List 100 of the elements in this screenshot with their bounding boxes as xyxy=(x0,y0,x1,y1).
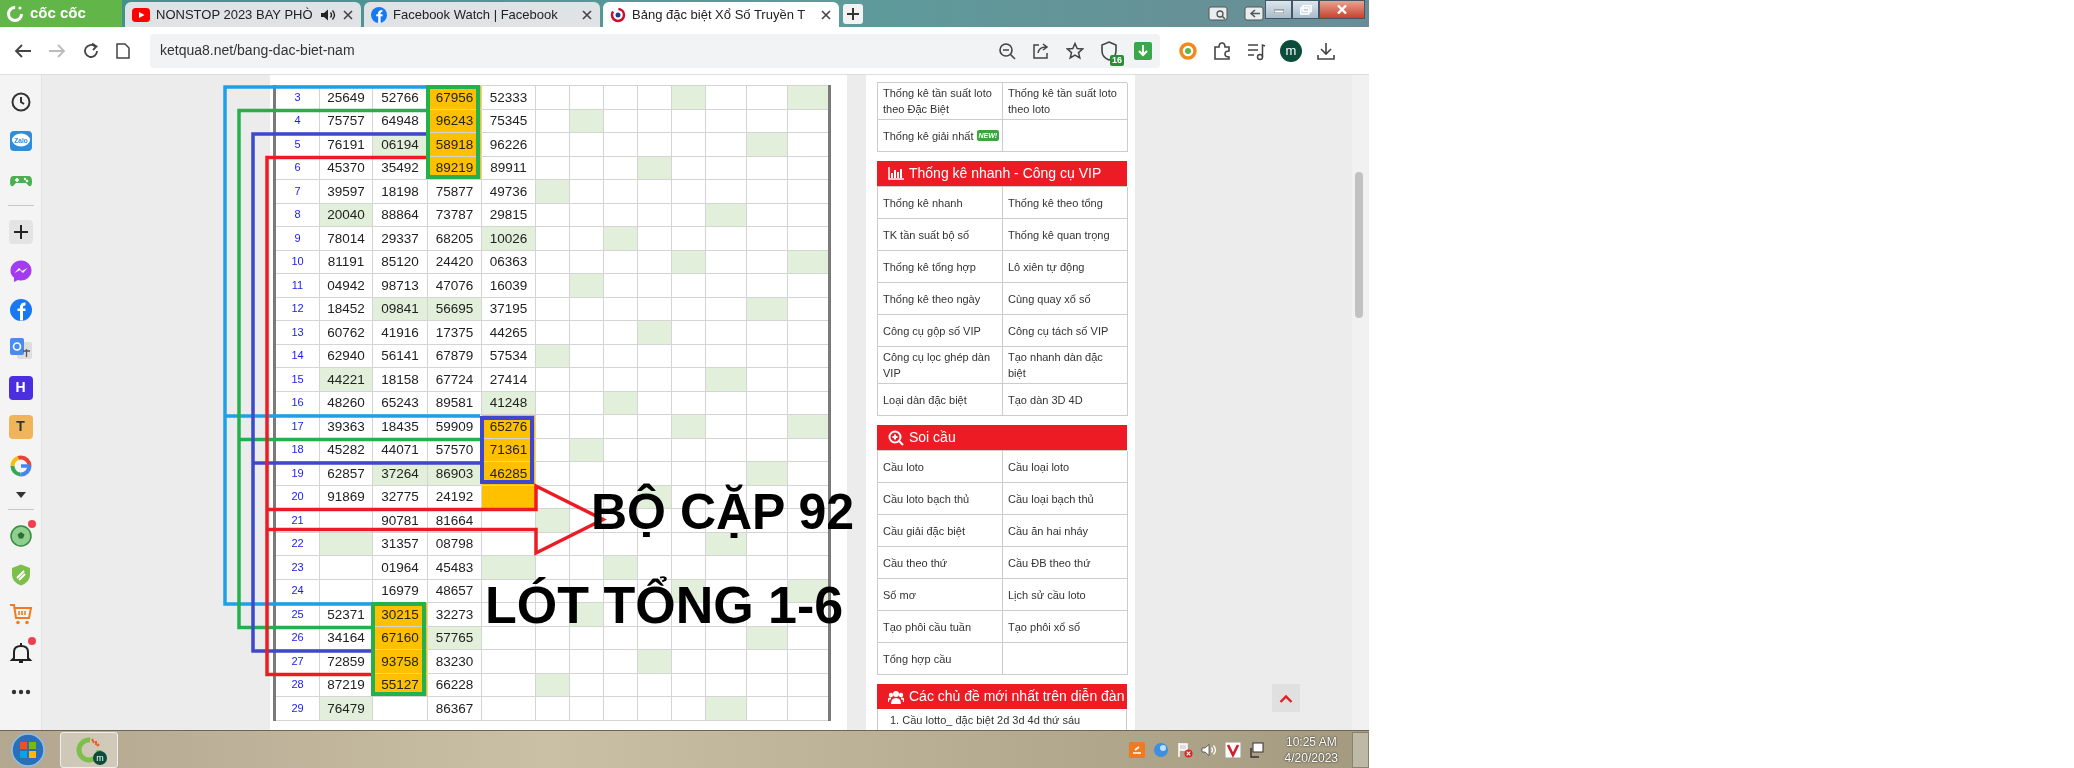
address-bar[interactable]: ketqua8.net/bang-dac-biet-nam 16 xyxy=(150,33,1160,68)
sidebar-link[interactable]: Lô xiên tự động xyxy=(1008,258,1085,275)
sidebar-link[interactable]: Thống kê theo ngày xyxy=(883,290,981,307)
app-tile[interactable]: H xyxy=(8,375,33,400)
star-icon[interactable] xyxy=(1066,41,1084,60)
table-cell: 56141 xyxy=(372,344,428,368)
row-number: 13 xyxy=(274,320,320,344)
zoom-out-icon[interactable] xyxy=(998,41,1016,60)
profile-avatar[interactable]: m xyxy=(1280,39,1302,62)
maximize-button[interactable] xyxy=(1292,0,1319,19)
table-cell: 29337 xyxy=(372,226,428,250)
sidebar-link[interactable]: Thống kê tổng hợp xyxy=(883,258,976,275)
sidebar-link[interactable]: Tạo phôi cầu tuần xyxy=(883,618,972,635)
sidebar-link[interactable]: Tổng hợp cầu xyxy=(883,650,952,667)
table-cell: 83230 xyxy=(427,649,482,673)
close-icon[interactable] xyxy=(820,8,832,21)
table-cell: 39597 xyxy=(319,179,373,203)
row-number: 28 xyxy=(274,673,320,697)
table-cell: 27414 xyxy=(481,367,536,391)
users-icon xyxy=(888,688,904,705)
table-cell: 86367 xyxy=(427,696,482,720)
download-icon[interactable] xyxy=(1316,40,1336,61)
google-icon[interactable] xyxy=(8,453,33,478)
messenger-icon[interactable] xyxy=(8,258,33,283)
table-cell: 16039 xyxy=(481,273,536,297)
puzzle-icon[interactable] xyxy=(1212,40,1232,61)
bell-icon[interactable] xyxy=(8,640,33,665)
minimize-button[interactable] xyxy=(1265,0,1292,19)
scrollbar-thumb[interactable] xyxy=(1355,172,1363,318)
sidebar-link[interactable]: Thống kê giải nhất xyxy=(883,127,974,144)
scrollbar[interactable] xyxy=(1352,75,1369,730)
row-number: 29 xyxy=(274,696,320,720)
sidebar-link[interactable]: Thống kê tần suất loto theo loto xyxy=(1008,85,1122,117)
url-field[interactable]: ketqua8.net/bang-dac-biet-nam xyxy=(158,39,982,62)
page-info-icon[interactable] xyxy=(116,42,130,59)
translate-icon[interactable] xyxy=(8,336,33,361)
sidebar-link[interactable]: Công cụ gộp số VIP xyxy=(883,322,981,339)
sidebar-link[interactable]: Thống kê quan trọng xyxy=(1008,226,1110,243)
sidebar-link[interactable]: Công cụ lọc ghép dàn VIP xyxy=(883,349,997,381)
plus-icon[interactable] xyxy=(843,4,863,24)
table-cell: 66228 xyxy=(427,673,482,697)
sidebar-link[interactable]: Lịch sử cầu loto xyxy=(1008,586,1086,603)
table-cell: 67724 xyxy=(427,367,482,391)
screenshot-icon[interactable] xyxy=(1207,5,1229,23)
table-cell: 29815 xyxy=(481,203,536,227)
table-cell: 90781 xyxy=(372,508,428,532)
v-logo-icon[interactable] xyxy=(1224,741,1241,758)
facebook-icon[interactable] xyxy=(8,297,33,322)
facebook-icon xyxy=(371,6,387,23)
sidebar-link[interactable]: Tạo dàn 3D 4D xyxy=(1008,391,1083,408)
sidebar-link[interactable]: Cầu ăn hai nháy xyxy=(1008,522,1089,539)
table-cell: 68205 xyxy=(427,226,482,250)
share-icon[interactable] xyxy=(1032,41,1050,60)
sidebar-link[interactable]: Công cụ tách số VIP xyxy=(1008,322,1109,339)
sidebar-link[interactable]: Cầu loto bạch thủ xyxy=(883,490,970,507)
close-icon[interactable] xyxy=(342,8,354,21)
sidebar-link[interactable]: Cầu loto xyxy=(883,458,924,475)
table-cell: 57534 xyxy=(481,344,536,368)
sidebar-link[interactable]: Sổ mơ xyxy=(883,586,916,603)
row-number: 7 xyxy=(274,179,320,203)
sidebar-link[interactable]: Thống kê tần suất loto theo Đặc Biệt xyxy=(883,85,997,117)
reload-icon[interactable] xyxy=(82,41,100,60)
sidebar-link[interactable]: Cầu loại bạch thủ xyxy=(1008,490,1094,507)
caret-up-icon xyxy=(1279,693,1293,703)
scroll-top-button[interactable] xyxy=(1272,684,1300,712)
close-icon[interactable] xyxy=(581,8,593,21)
table-cell: 24420 xyxy=(427,250,482,274)
network-icon[interactable] xyxy=(1248,741,1265,758)
table-cell: 41916 xyxy=(372,320,428,344)
app-tile[interactable]: T xyxy=(8,414,33,439)
back-arrow-icon[interactable] xyxy=(14,42,32,59)
browser-tab[interactable]: Facebook Watch | Facebook xyxy=(364,2,600,27)
swirl-logo-icon xyxy=(610,6,626,23)
table-cell: 49736 xyxy=(481,179,536,203)
browser-tab[interactable]: Bảng đặc biệt Xổ Số Truyền T xyxy=(603,2,839,27)
flag-error-icon[interactable] xyxy=(1176,741,1193,758)
sidebar-link[interactable]: TK tần suất bộ số xyxy=(883,226,970,243)
sidebar-link[interactable]: Tạo nhanh dàn đặc biệt xyxy=(1008,349,1122,381)
sidebar-link[interactable]: Cầu ĐB theo thứ xyxy=(1008,554,1091,571)
table-cell: 67879 xyxy=(427,344,482,368)
close-button[interactable] xyxy=(1319,0,1365,19)
sidebar-link[interactable]: Thống kê theo tổng xyxy=(1008,194,1103,211)
sidebar-link[interactable]: Cầu loại loto xyxy=(1008,458,1070,475)
sidebar-link[interactable]: Cầu giải đặc biệt xyxy=(883,522,965,539)
plus-icon[interactable] xyxy=(8,219,33,244)
sidebar-link[interactable]: Loại dàn đặc biệt xyxy=(883,391,967,408)
sidebar-link[interactable]: Cầu theo thứ xyxy=(883,554,948,571)
table-cell: 75877 xyxy=(427,179,482,203)
ring-logo-icon[interactable] xyxy=(1178,40,1198,61)
sidebar-link[interactable]: Cùng quay xổ số xyxy=(1008,290,1091,307)
taskbar-app-button[interactable]: m xyxy=(60,731,118,768)
start-button[interactable] xyxy=(10,731,46,768)
browser-tab[interactable]: NONSTOP 2023 BAY PHÒ xyxy=(125,2,361,27)
table-cell: 85120 xyxy=(372,250,428,274)
sidebar-toggle-icon[interactable] xyxy=(1243,5,1265,23)
ball-icon[interactable] xyxy=(8,523,33,548)
table-cell: 75345 xyxy=(481,109,536,133)
sidebar-link[interactable]: Thống kê nhanh xyxy=(883,194,963,211)
sidebar-link[interactable]: Tạo phôi xổ số xyxy=(1008,618,1081,635)
row-number: 6 xyxy=(274,156,320,180)
